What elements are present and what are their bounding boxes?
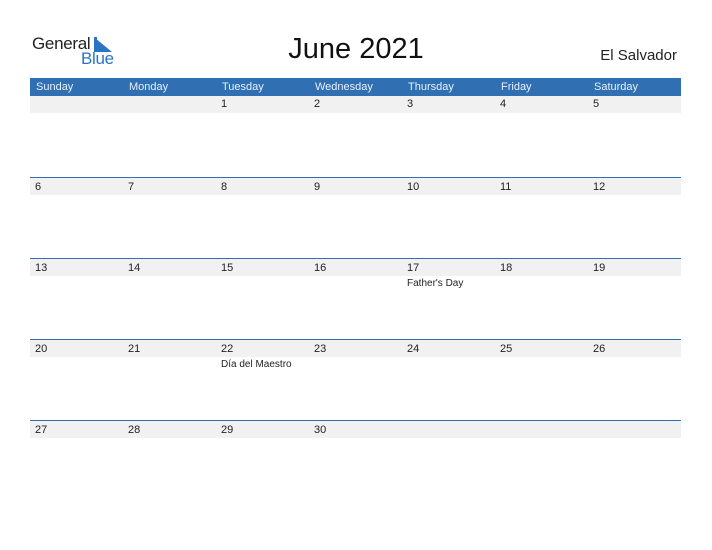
day-cell: 22 Día del Maestro <box>216 340 309 420</box>
day-number: 20 <box>35 343 48 355</box>
weekday-header: Sunday Monday Tuesday Wednesday Thursday Frid… <box>30 78 681 96</box>
day-number: 5 <box>593 98 600 110</box>
day-number: 19 <box>593 262 606 274</box>
day-cell: 17 Father's Day <box>402 259 495 339</box>
day-number: 18 <box>500 262 513 274</box>
holiday-label: Día del Maestro <box>221 359 292 370</box>
day-number: 14 <box>128 262 141 274</box>
day-cell: 25 <box>495 340 588 420</box>
day-number: 3 <box>407 98 414 110</box>
day-number: 22 <box>221 343 234 355</box>
day-number: 30 <box>314 424 327 436</box>
day-cell: 20 <box>30 340 123 420</box>
day-number: 15 <box>221 262 234 274</box>
day-cell: 14 <box>123 259 216 339</box>
day-cell: 29 <box>216 421 309 501</box>
day-cell: 11 <box>495 178 588 258</box>
day-cell: 15 <box>216 259 309 339</box>
day-number: 9 <box>314 181 321 193</box>
day-number: 16 <box>314 262 327 274</box>
day-cell: 10 <box>402 178 495 258</box>
day-cell: 21 <box>123 340 216 420</box>
day-cell: 16 <box>309 259 402 339</box>
day-cell: 27 <box>30 421 123 501</box>
week-row: 20 21 22 Día del Maestro 23 24 25 26 <box>30 339 681 420</box>
day-cell: 24 <box>402 340 495 420</box>
weekday-tuesday: Tuesday <box>222 81 264 93</box>
weekday-thursday: Thursday <box>408 81 454 93</box>
day-cell: 6 <box>30 178 123 258</box>
day-number: 21 <box>128 343 141 355</box>
day-cell: 5 <box>588 96 681 176</box>
day-cell: 9 <box>309 178 402 258</box>
day-number: 4 <box>500 98 507 110</box>
day-number: 25 <box>500 343 513 355</box>
weekday-sunday: Sunday <box>36 81 74 93</box>
day-cell: 3 <box>402 96 495 176</box>
day-number: 11 <box>500 181 512 193</box>
day-cell: 26 <box>588 340 681 420</box>
day-cell: 13 <box>30 259 123 339</box>
day-cell: 19 <box>588 259 681 339</box>
day-number: 7 <box>128 181 135 193</box>
day-cell: 4 <box>495 96 588 176</box>
day-number: 2 <box>314 98 321 110</box>
weekday-wednesday: Wednesday <box>315 81 373 93</box>
day-number: 28 <box>128 424 141 436</box>
day-number: 13 <box>35 262 48 274</box>
weekday-saturday: Saturday <box>594 81 639 93</box>
country-label: El Salvador <box>600 47 677 64</box>
day-number: 24 <box>407 343 420 355</box>
day-cell: 30 <box>309 421 402 501</box>
week-row: 13 14 15 16 17 Father's Day 18 19 <box>30 258 681 339</box>
day-cell: 7 <box>123 178 216 258</box>
day-cell: 18 <box>495 259 588 339</box>
weekday-friday: Friday <box>501 81 532 93</box>
calendar-grid: 1 2 3 4 5 6 7 8 9 10 11 12 13 14 15 16 17 Father's Day 18 1… <box>30 96 681 501</box>
day-number: 6 <box>35 181 42 193</box>
day-cell: 28 <box>123 421 216 501</box>
day-cell <box>495 421 588 501</box>
day-cell: 8 <box>216 178 309 258</box>
week-row: 6 7 8 9 10 11 12 <box>30 177 681 258</box>
day-cell: 12 <box>588 178 681 258</box>
holiday-label: Father's Day <box>407 278 464 289</box>
day-cell <box>588 421 681 501</box>
day-number: 12 <box>593 181 606 193</box>
day-number: 26 <box>593 343 606 355</box>
day-number: 27 <box>35 424 48 436</box>
day-cell <box>123 96 216 176</box>
day-number: 23 <box>314 343 327 355</box>
week-row: 1 2 3 4 5 <box>30 96 681 177</box>
day-cell: 23 <box>309 340 402 420</box>
day-number: 29 <box>221 424 234 436</box>
day-cell: 2 <box>309 96 402 176</box>
day-number: 8 <box>221 181 228 193</box>
weekday-monday: Monday <box>129 81 169 93</box>
day-number: 1 <box>221 98 228 110</box>
day-cell: 1 <box>216 96 309 176</box>
day-cell <box>402 421 495 501</box>
day-number: 10 <box>407 181 420 193</box>
week-row: 27 28 29 30 <box>30 420 681 501</box>
day-cell <box>30 96 123 176</box>
day-number: 17 <box>407 262 420 274</box>
